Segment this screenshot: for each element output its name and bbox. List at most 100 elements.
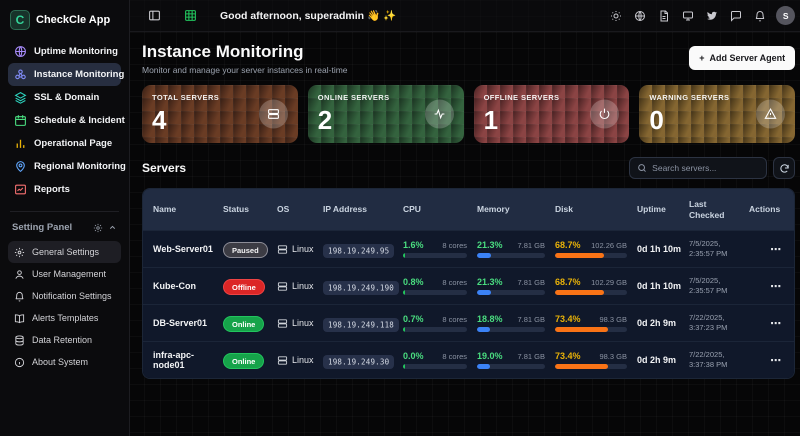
table-row[interactable]: Kube-Con Offline Linux 198.19.249.190 0.… [143,267,794,304]
sidebar-toggle-icon[interactable] [142,4,166,28]
chevron-up-icon[interactable] [108,223,117,232]
table-header-row: Name Status OS IP Address CPU Memory Dis… [143,189,794,230]
memory-bar [477,327,545,332]
memory-percent: 21.3% [477,240,503,250]
sidebar-item-notification-settings[interactable]: Notification Settings [8,285,121,307]
table-row[interactable]: infra-apc-node01 Online Linux 198.19.249… [143,341,794,378]
last-checked-date: 7/22/2025, [689,350,749,360]
cpu-bar [403,253,467,258]
last-checked-time: 2:35:57 PM [689,249,749,259]
stat-card-online-servers[interactable]: ONLINE SERVERS 2 [308,85,464,143]
sidebar-item-instance-monitoring[interactable]: Instance Monitoring [8,63,121,86]
sidebar-item-ssl-domain[interactable]: SSL & Domain [8,86,121,109]
column-header: OS [277,204,323,215]
sidebar-item-regional-monitoring[interactable]: Regional Monitoring [8,155,121,178]
refresh-button[interactable] [773,157,795,179]
row-actions-menu-icon[interactable]: ⋯ [749,280,784,293]
sidebar-item-label: Notification Settings [32,291,112,301]
ip-address: 198.19.249.95 [323,244,394,258]
column-header: Last Checked [689,199,741,220]
last-checked-time: 2:35:57 PM [689,286,749,296]
ip-address: 198.19.249.190 [323,281,399,295]
cpu-percent: 0.0% [403,351,424,361]
os-name: Linux [292,244,314,254]
cpu-bar [403,290,467,295]
stat-card-offline-servers[interactable]: OFFLINE SERVERS 1 [474,85,630,143]
app-logo[interactable]: C CheckCle App [8,8,121,40]
theme-toggle-icon[interactable] [604,4,628,28]
sidebar-item-alerts-templates[interactable]: Alerts Templates [8,307,121,329]
sidebar-item-label: Operational Page [34,138,112,149]
sidebar-item-data-retention[interactable]: Data Retention [8,329,121,351]
disk-size: 98.3 GB [599,352,627,361]
cpu-percent: 1.6% [403,240,424,250]
user-avatar[interactable]: S [776,6,795,25]
column-header: IP Address [323,204,403,215]
sidebar-item-operational-page[interactable]: Operational Page [8,132,121,155]
row-actions-menu-icon[interactable]: ⋯ [749,243,784,256]
sidebar-item-about-system[interactable]: About System [8,351,121,373]
add-server-agent-button[interactable]: + Add Server Agent [689,46,795,70]
user-icon [14,269,25,280]
bar-chart-icon [14,137,27,150]
activity-icon [425,100,454,129]
sidebar-item-label: Schedule & Incident [34,115,125,126]
server-icon [259,100,288,129]
column-header: Memory [477,204,555,215]
sidebar: C CheckCle App Uptime Monitoring Instanc… [0,0,130,436]
servers-table: Name Status OS IP Address CPU Memory Dis… [142,188,795,379]
setting-panel-header[interactable]: Setting Panel [8,220,121,241]
row-actions-menu-icon[interactable]: ⋯ [749,317,784,330]
bird-icon[interactable] [700,4,724,28]
notifications-bell-icon[interactable] [748,4,772,28]
cpu-cores: 8 cores [442,315,467,324]
sidebar-item-reports[interactable]: Reports [8,178,121,201]
servers-heading: Servers [142,161,186,175]
main-content: Instance Monitoring Monitor and manage y… [130,32,800,436]
stat-cards: TOTAL SERVERS 4 ONLINE SERVERS 2 OFFLINE… [142,85,795,143]
server-name: Web-Server01 [153,244,223,254]
last-checked-date: 7/22/2025, [689,313,749,323]
sidebar-item-label: SSL & Domain [34,92,99,103]
stat-card-total-servers[interactable]: TOTAL SERVERS 4 [142,85,298,143]
sidebar-item-uptime-monitoring[interactable]: Uptime Monitoring [8,40,121,63]
cpu-percent: 0.8% [403,277,424,287]
gear-icon [14,247,25,258]
sidebar-item-label: Regional Monitoring [34,161,126,172]
cpu-cores: 8 cores [442,278,467,287]
server-search[interactable] [629,157,767,179]
docs-icon[interactable] [652,4,676,28]
memory-percent: 18.8% [477,314,503,324]
sidebar-item-general-settings[interactable]: General Settings [8,241,121,263]
sidebar-item-user-management[interactable]: User Management [8,263,121,285]
server-name: infra-apc-node01 [153,350,223,370]
uptime: 0d 1h 10m [637,281,689,291]
calendar-icon [14,114,27,127]
table-row[interactable]: Web-Server01 Paused Linux 198.19.249.95 … [143,230,794,267]
database-icon [14,335,25,346]
grid-apps-icon[interactable] [178,4,202,28]
search-input[interactable] [652,163,759,173]
monitor-icon[interactable] [676,4,700,28]
disk-size: 98.3 GB [599,315,627,324]
column-header: Disk [555,204,637,215]
memory-size: 7.81 GB [517,352,545,361]
language-globe-icon[interactable] [628,4,652,28]
memory-size: 7.81 GB [517,278,545,287]
server-name: Kube-Con [153,281,223,291]
memory-percent: 21.3% [477,277,503,287]
sidebar-item-schedule-incident[interactable]: Schedule & Incident [8,109,121,132]
stat-card-warning-servers[interactable]: WARNING SERVERS 0 [639,85,795,143]
map-pin-icon [14,160,27,173]
disk-percent: 73.4% [555,351,581,361]
feedback-chat-icon[interactable] [724,4,748,28]
uptime: 0d 2h 9m [637,355,689,365]
table-row[interactable]: DB-Server01 Online Linux 198.19.249.118 … [143,304,794,341]
disk-percent: 73.4% [555,314,581,324]
status-badge: Online [223,316,264,332]
gear-icon [93,223,103,233]
row-actions-menu-icon[interactable]: ⋯ [749,354,784,367]
add-server-agent-label: Add Server Agent [709,53,785,63]
sidebar-item-label: About System [32,357,88,367]
disk-size: 102.26 GB [591,241,627,250]
